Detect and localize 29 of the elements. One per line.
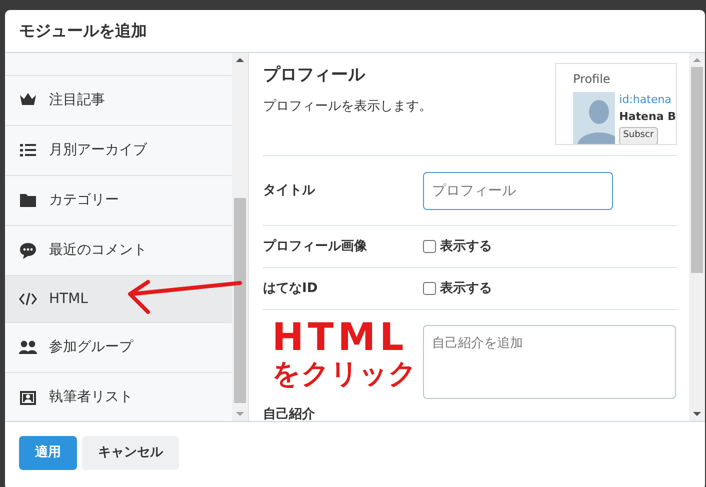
profile-name: Hatena B (619, 108, 676, 124)
list-icon (19, 142, 37, 160)
field-label: 自己紹介 (263, 406, 316, 421)
module-description: プロフィールを表示します。 (263, 98, 432, 116)
speech-bubble-icon (19, 242, 37, 260)
scrollbar[interactable] (689, 53, 705, 421)
preview-heading: Profile (573, 71, 612, 88)
code-icon (19, 290, 37, 308)
cancel-button[interactable]: キャンセル (82, 436, 179, 470)
handwritten-note: をクリック (272, 360, 417, 388)
module-title: プロフィール (263, 64, 366, 87)
checkbox[interactable] (423, 282, 436, 295)
scrollbar[interactable] (232, 53, 248, 421)
title-field[interactable]: プロフィール (423, 172, 613, 210)
checkbox-label: 表示する (440, 238, 492, 256)
field-label: はてなID (263, 280, 319, 298)
handwritten-note: HTML (272, 318, 408, 356)
checkbox[interactable] (423, 240, 436, 253)
checkbox-label: 表示する (440, 280, 492, 298)
subscribe-button[interactable]: Subscr (619, 127, 658, 144)
field-label: タイトル (263, 182, 316, 200)
avatar-silhouette (573, 92, 616, 144)
bio-field[interactable]: 自己紹介を追加 (423, 325, 676, 399)
portrait-icon (19, 388, 37, 406)
module-item[interactable]: HTML (5, 276, 232, 323)
field-label: プロフィール画像 (263, 238, 368, 256)
profile-id-link[interactable]: id:hatena (619, 92, 676, 108)
people-icon (19, 338, 37, 356)
folder-icon (19, 192, 37, 210)
